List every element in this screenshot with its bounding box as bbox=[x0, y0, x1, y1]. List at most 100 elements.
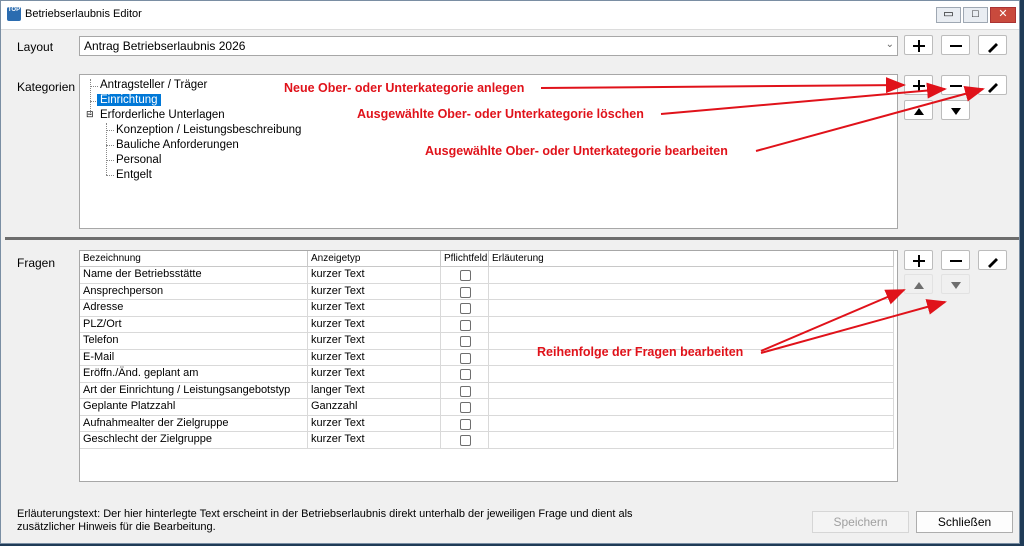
close-button[interactable]: Schließen bbox=[916, 511, 1013, 533]
cell-bezeichnung[interactable]: E-Mail bbox=[80, 349, 308, 366]
cell-bezeichnung[interactable]: Telefon bbox=[80, 333, 308, 350]
pflichtfeld-checkbox[interactable] bbox=[460, 385, 471, 397]
table-row[interactable]: Geplante Platzzahl Ganzzahl bbox=[80, 399, 894, 416]
cell-pflichtfeld bbox=[441, 283, 489, 300]
cell-pflichtfeld bbox=[441, 399, 489, 416]
minus-icon bbox=[950, 45, 962, 47]
minimize-button[interactable]: ▭ bbox=[936, 7, 961, 23]
table-row[interactable]: E-Mail kurzer Text bbox=[80, 349, 894, 366]
questions-table[interactable]: Bezeichnung Anzeigetyp Pflichtfeld Erläu… bbox=[79, 250, 898, 482]
table-row[interactable]: Eröffn./Änd. geplant am kurzer Text bbox=[80, 366, 894, 383]
cell-bezeichnung[interactable]: PLZ/Ort bbox=[80, 316, 308, 333]
cell-erlaeuterung[interactable] bbox=[489, 399, 894, 416]
tree-connector bbox=[90, 86, 98, 87]
pflichtfeld-checkbox[interactable] bbox=[460, 435, 471, 446]
layout-delete-button[interactable] bbox=[941, 35, 970, 55]
question-edit-button[interactable] bbox=[978, 250, 1007, 270]
cell-erlaeuterung[interactable] bbox=[489, 316, 894, 333]
table-row[interactable]: Telefon kurzer Text bbox=[80, 333, 894, 350]
table-row[interactable]: Aufnahmealter der Zielgruppe kurzer Text bbox=[80, 415, 894, 432]
pflichtfeld-checkbox[interactable] bbox=[460, 418, 471, 430]
explanation-hint: Erläuterungstext: Der hier hinterlegte T… bbox=[17, 508, 633, 533]
cell-bezeichnung[interactable]: Geschlecht der Zielgruppe bbox=[80, 432, 308, 449]
tree-node[interactable]: Bauliche Anforderungen bbox=[116, 139, 239, 151]
question-add-button[interactable] bbox=[904, 250, 933, 270]
column-header-bezeichnung[interactable]: Bezeichnung bbox=[80, 251, 308, 267]
table-row[interactable]: PLZ/Ort kurzer Text bbox=[80, 316, 894, 333]
cell-erlaeuterung[interactable] bbox=[489, 415, 894, 432]
cell-bezeichnung[interactable]: Art der Einrichtung / Leistungsangebotst… bbox=[80, 382, 308, 399]
tree-node[interactable]: Erforderliche Unterlagen bbox=[100, 109, 225, 121]
cell-anzeigetyp[interactable]: langer Text bbox=[308, 382, 441, 399]
cell-erlaeuterung[interactable] bbox=[489, 267, 894, 284]
column-header-pflichtfeld[interactable]: Pflichtfeld bbox=[441, 251, 489, 267]
cell-anzeigetyp[interactable]: kurzer Text bbox=[308, 432, 441, 449]
table-row[interactable]: Ansprechperson kurzer Text bbox=[80, 283, 894, 300]
cell-anzeigetyp[interactable]: kurzer Text bbox=[308, 267, 441, 284]
layout-edit-button[interactable] bbox=[978, 35, 1007, 55]
cell-bezeichnung[interactable]: Adresse bbox=[80, 300, 308, 317]
category-delete-button[interactable] bbox=[941, 75, 970, 95]
cell-bezeichnung[interactable]: Ansprechperson bbox=[80, 283, 308, 300]
question-delete-button[interactable] bbox=[941, 250, 970, 270]
tree-expander-icon[interactable]: ⊟ bbox=[86, 109, 94, 120]
cell-bezeichnung[interactable]: Geplante Platzzahl bbox=[80, 399, 308, 416]
pflichtfeld-checkbox[interactable] bbox=[460, 270, 471, 281]
cell-erlaeuterung[interactable] bbox=[489, 432, 894, 449]
table-row[interactable]: Name der Betriebsstätte kurzer Text bbox=[80, 267, 894, 284]
annotation-edit-category: Ausgewählte Ober- oder Unterkategorie be… bbox=[425, 144, 728, 158]
cell-bezeichnung[interactable]: Eröffn./Änd. geplant am bbox=[80, 366, 308, 383]
pflichtfeld-checkbox[interactable] bbox=[460, 336, 471, 347]
cell-pflichtfeld bbox=[441, 415, 489, 432]
cell-anzeigetyp[interactable]: kurzer Text bbox=[308, 349, 441, 366]
layout-add-button[interactable] bbox=[904, 35, 933, 55]
cell-anzeigetyp[interactable]: kurzer Text bbox=[308, 316, 441, 333]
pencil-icon bbox=[988, 43, 998, 53]
category-move-down-button[interactable] bbox=[941, 100, 970, 120]
cell-erlaeuterung[interactable] bbox=[489, 283, 894, 300]
tree-node[interactable]: Konzeption / Leistungsbeschreibung bbox=[116, 124, 301, 136]
category-edit-button[interactable] bbox=[978, 75, 1007, 95]
cell-anzeigetyp[interactable]: kurzer Text bbox=[308, 333, 441, 350]
question-move-up-button[interactable] bbox=[904, 274, 933, 294]
plus-icon bbox=[913, 80, 925, 92]
category-move-up-button[interactable] bbox=[904, 100, 933, 120]
tree-node[interactable]: Personal bbox=[116, 154, 161, 166]
pflichtfeld-checkbox[interactable] bbox=[460, 402, 471, 413]
cell-anzeigetyp[interactable]: kurzer Text bbox=[308, 366, 441, 383]
cell-anzeigetyp[interactable]: kurzer Text bbox=[308, 415, 441, 432]
cell-bezeichnung[interactable]: Name der Betriebsstätte bbox=[80, 267, 308, 284]
cell-bezeichnung[interactable]: Aufnahmealter der Zielgruppe bbox=[80, 415, 308, 432]
maximize-button[interactable]: □ bbox=[963, 7, 988, 23]
save-button[interactable]: Speichern bbox=[812, 511, 909, 533]
cell-erlaeuterung[interactable] bbox=[489, 300, 894, 317]
question-move-down-button[interactable] bbox=[941, 274, 970, 294]
column-header-anzeigetyp[interactable]: Anzeigetyp bbox=[308, 251, 441, 267]
pflichtfeld-checkbox[interactable] bbox=[460, 303, 471, 314]
tree-node-selected[interactable]: Einrichtung bbox=[97, 94, 161, 106]
pflichtfeld-checkbox[interactable] bbox=[460, 369, 471, 380]
column-header-erlaeuterung[interactable]: Erläuterung bbox=[489, 251, 894, 267]
close-window-button[interactable]: ✕ bbox=[990, 7, 1016, 23]
pflichtfeld-checkbox[interactable] bbox=[460, 352, 471, 364]
layout-select[interactable]: Antrag Betriebserlaubnis 2026 ⌄ bbox=[79, 36, 898, 56]
table-row[interactable]: Adresse kurzer Text bbox=[80, 300, 894, 317]
cell-anzeigetyp[interactable]: kurzer Text bbox=[308, 283, 441, 300]
cell-anzeigetyp[interactable]: Ganzzahl bbox=[308, 399, 441, 416]
chevron-down-icon[interactable]: ⌄ bbox=[886, 39, 894, 50]
category-add-button[interactable] bbox=[904, 75, 933, 95]
pflichtfeld-checkbox[interactable] bbox=[460, 319, 471, 331]
arrow-down-icon bbox=[951, 108, 961, 115]
tree-connector bbox=[106, 145, 114, 146]
cell-pflichtfeld bbox=[441, 333, 489, 350]
cell-erlaeuterung[interactable] bbox=[489, 366, 894, 383]
tree-node[interactable]: Antragsteller / Träger bbox=[100, 79, 207, 91]
cell-erlaeuterung[interactable] bbox=[489, 382, 894, 399]
tree-node[interactable]: Entgelt bbox=[116, 169, 152, 181]
minus-icon bbox=[950, 260, 962, 262]
table-row[interactable]: Geschlecht der Zielgruppe kurzer Text bbox=[80, 432, 894, 449]
pflichtfeld-checkbox[interactable] bbox=[460, 286, 471, 298]
cell-anzeigetyp[interactable]: kurzer Text bbox=[308, 300, 441, 317]
table-row[interactable]: Art der Einrichtung / Leistungsangebotst… bbox=[80, 382, 894, 399]
tree-connector bbox=[106, 160, 114, 161]
